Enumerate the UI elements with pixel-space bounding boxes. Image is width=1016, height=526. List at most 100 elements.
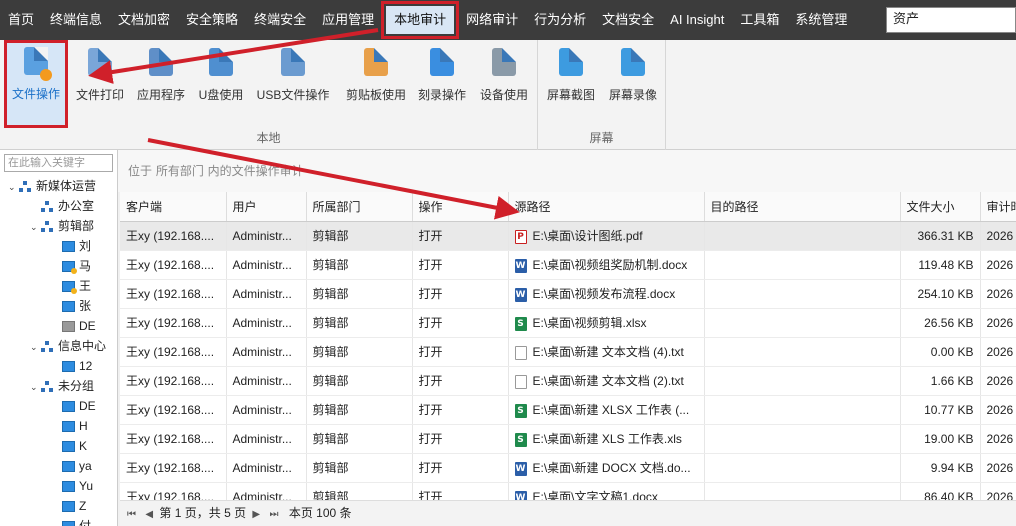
column-header[interactable]: 用户 — [226, 192, 307, 222]
tree-search-input[interactable]: 在此输入关键字 — [4, 154, 113, 172]
table-row[interactable]: 王xy (192.168.... Administr... 剪辑部 打开 W E:\桌面\… — [120, 279, 1016, 309]
cell-user: Administr... — [226, 221, 307, 251]
tree-node-label: 新媒体运营 — [36, 179, 97, 193]
tree-node-label: 马 — [79, 259, 92, 273]
menu-item-4[interactable]: 终端安全 — [246, 0, 314, 40]
ribbon-button-label: 设备使用 — [479, 88, 528, 102]
tree-node[interactable]: 刘 — [0, 236, 117, 256]
column-header[interactable]: 客户端 — [120, 192, 227, 222]
expand-chevron-icon[interactable]: ⌄ — [30, 217, 40, 237]
ribbon-button-1[interactable]: 文件打印 — [72, 44, 128, 114]
menu-item-0[interactable]: 首页 — [0, 0, 42, 40]
cell-dept: 剪辑部 — [306, 482, 413, 500]
computer-icon — [62, 321, 75, 333]
menu-item-6[interactable]: 本地审计 — [381, 1, 460, 39]
cell-size: 1.66 KB — [900, 366, 981, 396]
search-input[interactable]: 资产 — [886, 7, 1016, 33]
cell-client: 王xy (192.168.... — [120, 308, 227, 338]
tree-node[interactable]: DE — [0, 396, 117, 416]
menu-item-1[interactable]: 终端信息 — [42, 0, 110, 40]
ribbon-button-2[interactable]: 应用程序 — [132, 44, 190, 114]
ribbon-button-9[interactable]: 屏幕录像 — [604, 44, 662, 114]
cell-client: 王xy (192.168.... — [120, 482, 227, 500]
tree-node[interactable]: 办公室 — [0, 196, 117, 216]
breadcrumb: 位于 所有部门 内的文件操作审计 — [118, 150, 1016, 192]
table-row[interactable]: 王xy (192.168.... Administr... 剪辑部 打开 W E:\桌面\… — [120, 482, 1016, 500]
word-file-icon: W — [514, 287, 527, 302]
tree-node[interactable]: K — [0, 436, 117, 456]
menu-item-8[interactable]: 行为分析 — [526, 0, 594, 40]
tree-node[interactable]: 12 — [0, 356, 117, 376]
last-page-icon[interactable]: ⏭ — [266, 509, 281, 520]
tree-node[interactable]: 王 — [0, 276, 117, 296]
column-header[interactable]: 审计时间 — [980, 192, 1016, 222]
table-row[interactable]: 王xy (192.168.... Administr... 剪辑部 打开 S E:\桌面\… — [120, 395, 1016, 425]
tree-node[interactable]: 付 — [0, 516, 117, 526]
tree-node[interactable]: ⌄ 信息中心 — [0, 336, 117, 356]
tree-node[interactable]: H — [0, 416, 117, 436]
next-page-icon[interactable]: ▶ — [249, 509, 263, 520]
computer-icon — [62, 441, 75, 453]
ribbon-button-6[interactable]: 刻录操作 — [414, 44, 470, 114]
tree-node[interactable]: 张 — [0, 296, 117, 316]
expand-chevron-icon[interactable]: ⌄ — [30, 377, 40, 397]
tree-node[interactable]: ⌄ 新媒体运营 — [0, 176, 117, 196]
menu-item-11[interactable]: 工具箱 — [732, 0, 787, 40]
ribbon-button-3[interactable]: U盘使用 — [194, 44, 248, 114]
tree-node[interactable]: 马 — [0, 256, 117, 276]
excel-file-icon: S — [514, 432, 527, 447]
cell-dept: 剪辑部 — [306, 337, 413, 367]
cell-client: 王xy (192.168.... — [120, 279, 227, 309]
menu-item-2[interactable]: 文档加密 — [110, 0, 178, 40]
column-header[interactable]: 文件大小 — [900, 192, 981, 222]
menu-item-7[interactable]: 网络审计 — [458, 0, 526, 40]
computer-icon — [62, 301, 75, 313]
word-file-icon: W — [514, 490, 527, 500]
ribbon-button-0[interactable]: 文件操作 — [4, 40, 68, 128]
table-row[interactable]: 王xy (192.168.... Administr... 剪辑部 打开 P E:\桌面\… — [120, 221, 1016, 251]
ribbon-button-label: 刻录操作 — [417, 88, 466, 102]
ribbon-group-title-screen: 屏幕 — [589, 131, 614, 145]
application-icon — [147, 48, 175, 80]
first-page-icon[interactable]: ⏮ — [124, 509, 139, 520]
excel-file-icon: S — [514, 316, 527, 331]
ribbon-button-8[interactable]: 屏幕截图 — [542, 44, 600, 114]
tree-node-label: 刘 — [79, 239, 92, 253]
table-row[interactable]: 王xy (192.168.... Administr... 剪辑部 打开 S E:\桌面\… — [120, 424, 1016, 454]
column-header[interactable]: 所属部门 — [306, 192, 413, 222]
cell-dst — [704, 337, 901, 367]
ribbon-button-7[interactable]: 设备使用 — [474, 44, 534, 114]
cell-time: 2026 — [980, 453, 1016, 483]
expand-chevron-icon[interactable]: ⌄ — [30, 337, 40, 357]
computer-icon — [62, 261, 77, 275]
tree-node[interactable]: Yu — [0, 476, 117, 496]
tree-node[interactable]: ⌄ 剪辑部 — [0, 216, 117, 236]
cell-dst — [704, 453, 901, 483]
table-row[interactable]: 王xy (192.168.... Administr... 剪辑部 打开 S E:\桌面\… — [120, 308, 1016, 338]
table-row[interactable]: 王xy (192.168.... Administr... 剪辑部 打开 E:\桌面\新… — [120, 337, 1016, 367]
menu-item-3[interactable]: 安全策略 — [178, 0, 246, 40]
menu-item-9[interactable]: 文档安全 — [594, 0, 662, 40]
tree-node[interactable]: DE — [0, 316, 117, 336]
column-header[interactable]: 源路径 — [508, 192, 705, 222]
table-row[interactable]: 王xy (192.168.... Administr... 剪辑部 打开 W E:\桌面\… — [120, 250, 1016, 280]
ribbon-button-5[interactable]: 剪贴板使用 — [338, 44, 414, 114]
ribbon-button-4[interactable]: USB文件操作 — [252, 44, 334, 114]
prev-page-icon[interactable]: ◀ — [142, 509, 156, 520]
column-header[interactable]: 目的路径 — [704, 192, 901, 222]
menu-item-12[interactable]: 系统管理 — [787, 0, 855, 40]
cell-client: 王xy (192.168.... — [120, 395, 227, 425]
tree-node[interactable]: ya — [0, 456, 117, 476]
menu-item-10[interactable]: AI Insight — [662, 0, 732, 40]
column-header[interactable]: 操作 — [412, 192, 509, 222]
cell-dept: 剪辑部 — [306, 453, 413, 483]
cell-time: 2026 — [980, 482, 1016, 500]
expand-chevron-icon[interactable]: ⌄ — [8, 177, 18, 197]
menu-item-5[interactable]: 应用管理 — [314, 0, 382, 40]
table-row[interactable]: 王xy (192.168.... Administr... 剪辑部 打开 W E:\桌面\… — [120, 453, 1016, 483]
tree-node-label: DE — [79, 399, 96, 413]
tree-node[interactable]: ⌄ 未分组 — [0, 376, 117, 396]
cell-time: 2026 — [980, 250, 1016, 280]
table-row[interactable]: 王xy (192.168.... Administr... 剪辑部 打开 E:\桌面\新… — [120, 366, 1016, 396]
tree-node[interactable]: Z — [0, 496, 117, 516]
